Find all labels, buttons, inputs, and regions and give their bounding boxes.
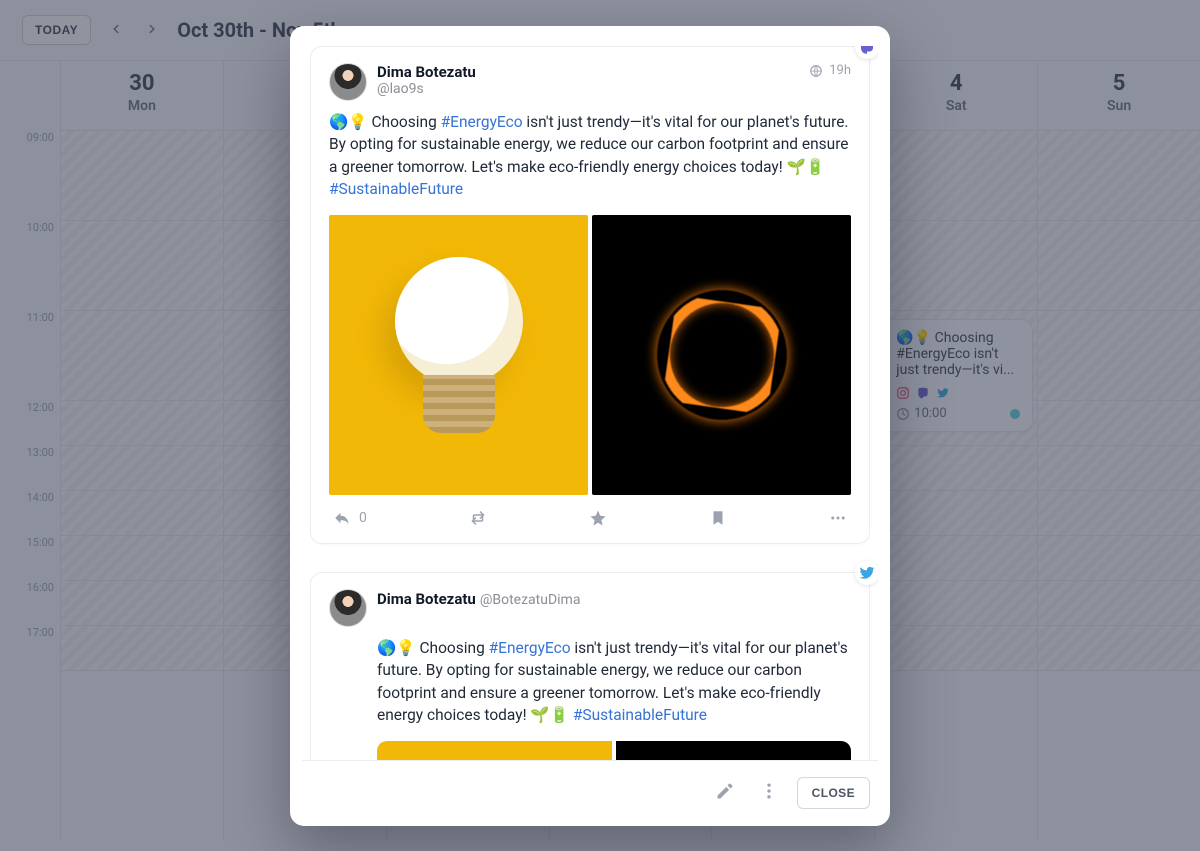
ellipsis-vertical-icon xyxy=(759,781,779,801)
bookmark-button[interactable] xyxy=(709,509,727,527)
hashtag-link[interactable]: #SustainableFuture xyxy=(329,180,463,198)
reply-icon xyxy=(333,509,351,527)
boost-button[interactable] xyxy=(469,509,487,527)
retweet-icon xyxy=(469,509,487,527)
twitter-icon xyxy=(858,564,876,582)
post-text: 🌎💡 Choosing xyxy=(377,639,489,657)
post-media-row xyxy=(377,741,851,760)
timestamp-value: 19h xyxy=(829,63,851,78)
more-button[interactable] xyxy=(829,509,847,527)
reply-count: 0 xyxy=(359,510,367,526)
bookmark-icon xyxy=(709,509,727,527)
hashtag-link[interactable]: #EnergyEco xyxy=(441,113,523,131)
post-card-mastodon: Dima Botezatu @lao9s 19h 🌎💡 Choosing #En… xyxy=(310,46,870,544)
post-body: 🌎💡 Choosing #EnergyEco isn't just trendy… xyxy=(329,111,851,201)
network-badge-twitter xyxy=(855,561,878,585)
post-actions: 0 xyxy=(329,509,851,527)
star-icon xyxy=(589,509,607,527)
modal-footer: CLOSE xyxy=(302,760,878,814)
post-image-bulb[interactable] xyxy=(377,741,612,760)
avatar[interactable] xyxy=(329,63,367,101)
favourite-button[interactable] xyxy=(589,509,607,527)
post-body: 🌎💡 Choosing #EnergyEco isn't just trendy… xyxy=(377,637,851,727)
edit-icon xyxy=(715,781,735,801)
author-handle[interactable]: @lao9s xyxy=(377,81,476,97)
post-card-twitter: Dima Botezatu@BotezatuDima 🌎💡 Choosing #… xyxy=(310,572,870,760)
more-options-button[interactable] xyxy=(753,775,785,810)
post-text: 🌎💡 Choosing xyxy=(329,113,441,131)
avatar[interactable] xyxy=(329,589,367,627)
post-timestamp: 19h xyxy=(809,63,851,78)
post-preview-modal: Dima Botezatu @lao9s 19h 🌎💡 Choosing #En… xyxy=(290,26,890,826)
post-image-firering[interactable] xyxy=(592,215,851,495)
post-header: Dima Botezatu@BotezatuDima xyxy=(329,589,851,627)
globe-icon xyxy=(809,64,823,78)
reply-button[interactable]: 0 xyxy=(333,509,367,527)
post-image-firering[interactable] xyxy=(616,741,851,760)
lightbulb-icon xyxy=(389,255,529,455)
network-badge-mastodon xyxy=(855,46,878,59)
close-button[interactable]: CLOSE xyxy=(797,777,870,809)
hashtag-link[interactable]: #EnergyEco xyxy=(489,639,571,657)
modal-scroll-area[interactable]: Dima Botezatu @lao9s 19h 🌎💡 Choosing #En… xyxy=(302,46,878,760)
mastodon-icon xyxy=(858,46,876,56)
fire-ring-icon xyxy=(648,281,795,428)
hashtag-link[interactable]: #SustainableFuture xyxy=(573,706,707,724)
edit-button[interactable] xyxy=(709,775,741,810)
author-name[interactable]: Dima Botezatu xyxy=(377,63,476,81)
author-handle[interactable]: @BotezatuDima xyxy=(480,592,581,608)
ellipsis-icon xyxy=(829,509,847,527)
post-header: Dima Botezatu @lao9s 19h xyxy=(329,63,851,101)
author-name[interactable]: Dima Botezatu xyxy=(377,590,476,608)
post-image-bulb[interactable] xyxy=(329,215,588,495)
post-media-row xyxy=(329,215,851,495)
